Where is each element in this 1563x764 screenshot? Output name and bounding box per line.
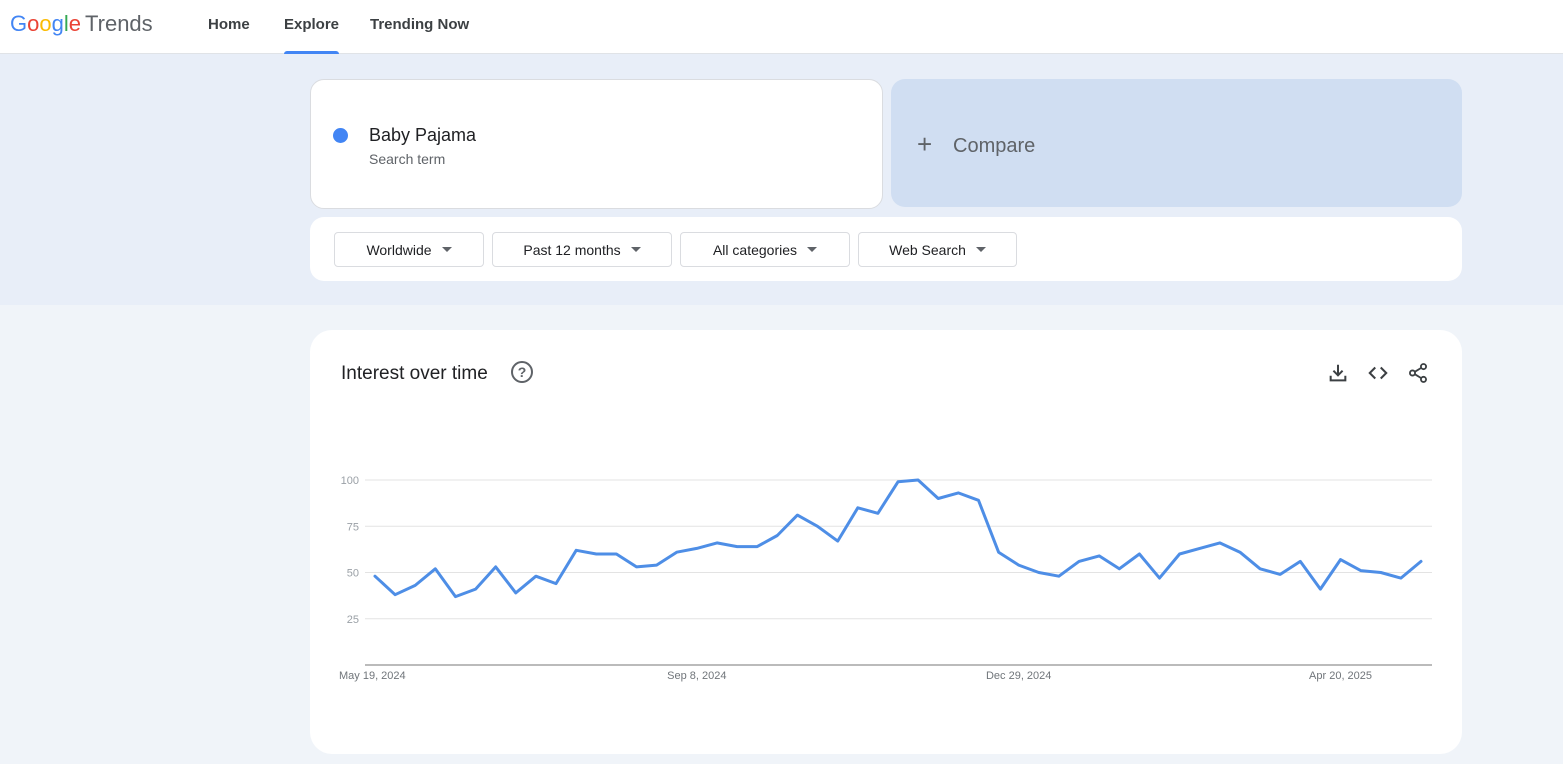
interest-line-chart: 25 50 75 100 May 19, 2024 Sep 8, 2024 Dec 29, …	[339, 475, 1432, 682]
compare-button[interactable]: + Compare	[891, 79, 1462, 207]
filter-bar: Worldwide Past 12 months All categories …	[310, 217, 1462, 281]
region-filter[interactable]: Worldwide	[334, 232, 484, 267]
y-tick-label: 75	[347, 521, 359, 533]
search-term-type: Search term	[369, 151, 446, 167]
top-bar: Google Trends Home Explore Trending Now	[0, 0, 1563, 54]
search-term-name[interactable]: Baby Pajama	[369, 125, 476, 146]
y-tick-label: 100	[341, 475, 359, 487]
nav-home[interactable]: Home	[208, 16, 250, 54]
dropdown-caret-icon	[807, 247, 818, 252]
dropdown-caret-icon	[975, 247, 986, 252]
x-tick-label: Sep 8, 2024	[667, 670, 726, 682]
compare-label: Compare	[953, 135, 1036, 157]
x-tick-label: May 19, 2024	[339, 670, 406, 682]
x-tick-label: Apr 20, 2025	[1309, 670, 1372, 682]
dropdown-caret-icon	[441, 247, 452, 252]
series-line[interactable]	[373, 478, 1423, 599]
plus-icon: +	[917, 129, 933, 159]
search-term-card[interactable]: Baby Pajama Search term	[310, 79, 883, 209]
search-type-filter[interactable]: Web Search	[858, 232, 1017, 267]
time-range-filter[interactable]: Past 12 months	[492, 232, 672, 267]
series-color-dot	[333, 128, 348, 143]
nav-trending-now[interactable]: Trending Now	[370, 16, 469, 54]
interest-over-time-card: Interest over time ? 25 50 75 100 May 19, 20…	[310, 330, 1462, 754]
dropdown-caret-icon	[630, 247, 641, 252]
x-tick-label: Dec 29, 2024	[986, 670, 1051, 682]
category-filter[interactable]: All categories	[680, 232, 850, 267]
y-tick-label: 25	[347, 614, 359, 626]
y-tick-label: 50	[347, 568, 359, 580]
nav-explore[interactable]: Explore	[284, 16, 340, 54]
google-trends-logo[interactable]: Google Trends	[10, 10, 153, 38]
